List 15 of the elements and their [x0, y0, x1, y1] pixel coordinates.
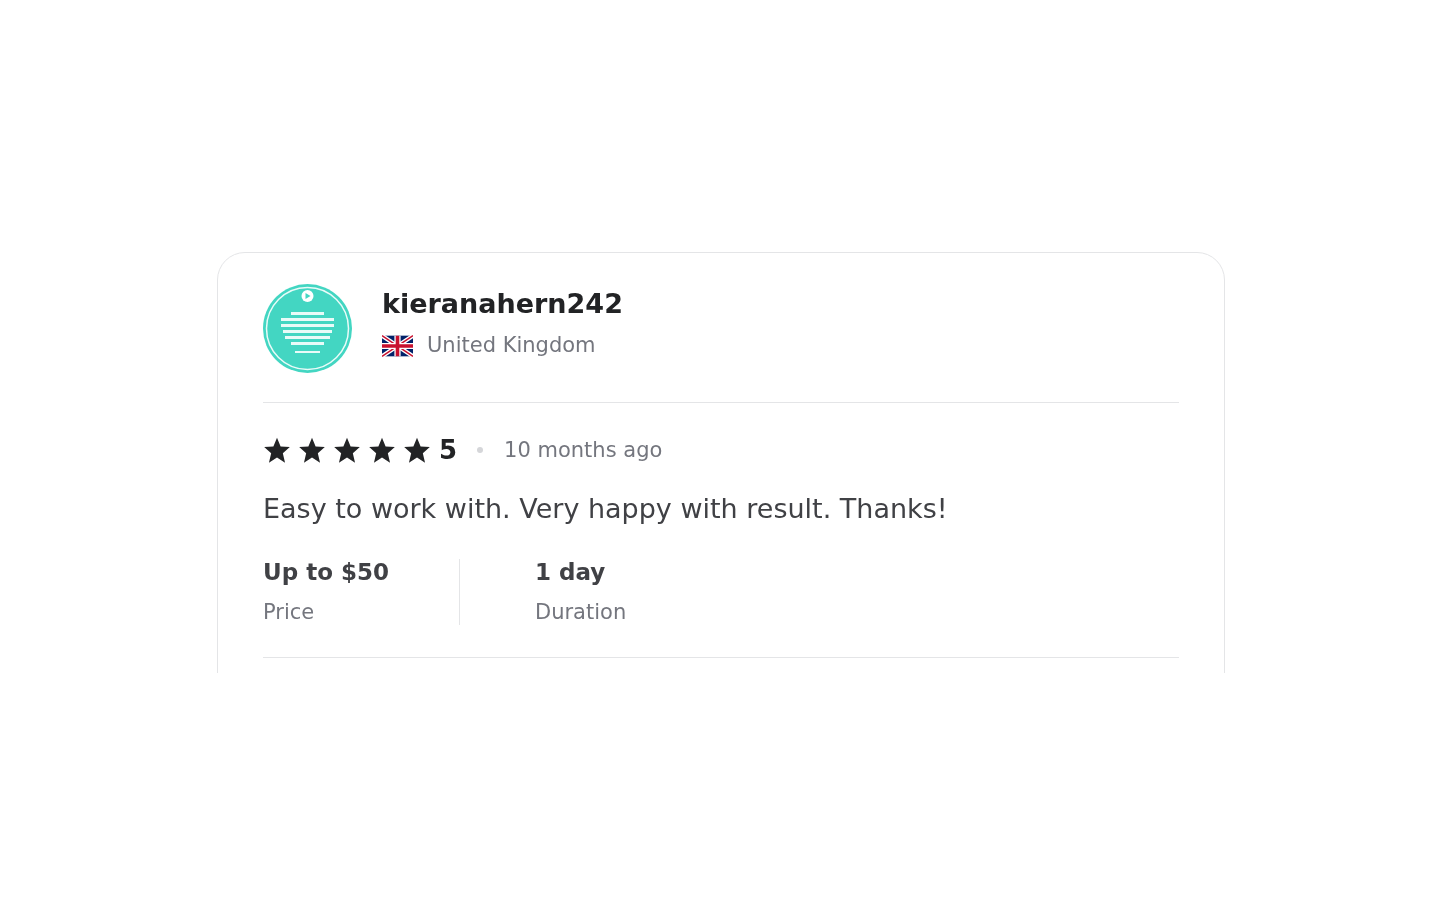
review-text: Easy to work with. Very happy with result. Thanks!: [263, 495, 949, 522]
flag-icon: [382, 334, 413, 357]
country: United Kingdom: [427, 335, 596, 356]
star-icon: [333, 436, 361, 464]
detail-value: 1 day: [535, 561, 607, 584]
star-icon: [403, 436, 431, 464]
username: kieranahern242: [382, 289, 623, 317]
detail-label: Duration: [535, 602, 627, 623]
star-icon: [368, 436, 396, 464]
star-icon: [298, 436, 326, 464]
rating-value: 5: [439, 437, 458, 463]
detail-value: Up to $50: [263, 561, 390, 584]
detail-label: Price: [263, 602, 316, 623]
star-icon: [263, 436, 291, 464]
review-time: 10 months ago: [504, 439, 663, 461]
